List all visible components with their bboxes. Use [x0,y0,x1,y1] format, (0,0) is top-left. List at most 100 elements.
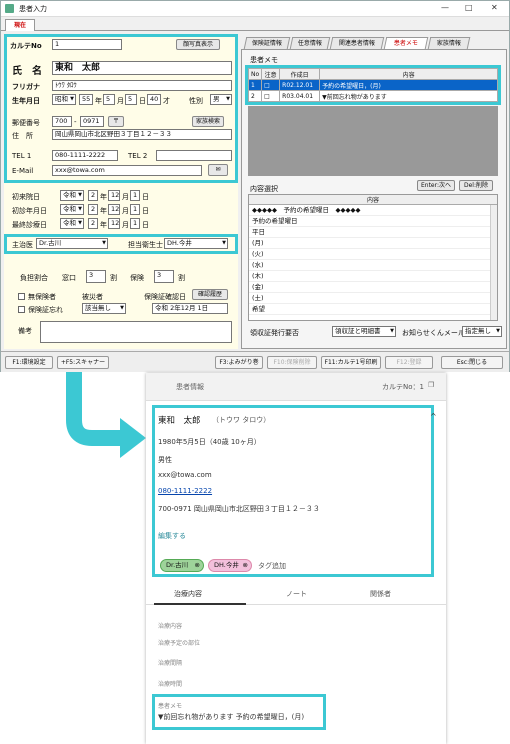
col-no: No [247,68,263,80]
f10-delete-insurance-button[interactable]: F10:保険削除 [267,356,317,369]
mobile-header-title: 患者情報 [176,383,204,391]
edit-link[interactable]: 編集する [158,531,186,541]
tab-optional[interactable]: 任意情報 [289,37,331,49]
table-row[interactable]: 1 □ R02.12.01 予約の希望曜日，(月) [247,79,498,91]
initial-exam-era[interactable]: 令和 [60,204,84,215]
birth-day-input[interactable]: 5 [125,94,137,105]
confirm-history-button[interactable]: 確認履歴 [192,289,228,300]
initial-exam-month[interactable]: 12 [108,204,120,215]
f12-register-button[interactable]: F12:登録 [385,356,433,369]
doctor-select[interactable]: Dr.古川 [36,238,108,249]
disaster-select[interactable]: 該当無し [82,303,126,314]
tag-add-button[interactable]: タグ追加 [258,561,286,571]
tab-memo[interactable]: 患者メモ [383,37,429,49]
last-visit-month[interactable]: 12 [108,218,120,229]
tel1-input[interactable]: 080-1111-2222 [52,150,118,161]
first-visit-day[interactable]: 1 [130,190,140,201]
f5-scanner-button[interactable]: +F5:スキャナー [57,356,109,369]
mobile-header: 患者情報 カルテNo：1 ❐ [146,373,446,401]
list-item[interactable]: 平日 [249,227,497,238]
karte-no-input[interactable]: 1 [52,39,122,50]
f11-print-button[interactable]: F11:カルテ1号印刷 [321,356,381,369]
initial-exam-year[interactable]: 2 [88,204,98,215]
remarks-label: 備考 [18,327,32,335]
first-visit-year[interactable]: 2 [88,190,98,201]
tab-related[interactable]: 関連患者情報 [329,37,385,49]
cert-date-input[interactable]: 令和 2年12月 1日 [152,303,228,314]
list-item[interactable]: 予約の希望曜日 [249,216,497,227]
delete-button[interactable]: Del:削除 [459,180,493,191]
birth-era-select[interactable]: 昭和 [52,94,76,105]
f3-button[interactable]: F3:よみがり巻 [215,356,263,369]
esc-close-button[interactable]: Esc:閉じる [441,356,503,369]
close-button[interactable]: ✕ [491,3,498,12]
last-visit-era[interactable]: 令和 [60,218,84,229]
tel2-input[interactable] [156,150,232,161]
mobile-tel-link[interactable]: 080-1111-2222 [158,487,212,495]
enter-next-button[interactable]: Enter:次へ [417,180,455,191]
tab-family[interactable]: 家族情報 [427,37,471,49]
list-item[interactable]: (金) [249,282,497,293]
list-item[interactable]: (月) [249,238,497,249]
table-row[interactable]: 2 □ R03.04.01 ▼前回忘れ物があります [247,90,498,102]
mobile-memo-text: ▼前回忘れ物があります 予約の希望曜日，(月) [158,713,305,721]
zip-search-button[interactable]: 〒 [108,116,124,127]
day-unit: 日 [142,207,149,215]
tab-treatment[interactable]: 治療内容 [174,589,202,599]
year-unit: 年 [95,97,102,105]
window-ratio-input[interactable]: 3 [86,270,106,283]
tag-chip-hygienist[interactable]: DH.今井 ⊗ [208,559,252,572]
caution-checkbox[interactable]: □ [261,90,281,102]
minimize-button[interactable]: — [441,3,449,12]
receipt-select[interactable]: 領収証と明細書 [332,326,396,337]
initial-exam-day[interactable]: 1 [130,204,140,215]
forgot-checkbox[interactable] [18,306,25,313]
field-treatment: 治療内容 [158,623,183,630]
remove-icon[interactable]: ⊗ [195,560,200,571]
maximize-button[interactable]: □ [465,3,473,12]
window-label: 窓口 [62,274,76,282]
insurance-ratio-input[interactable]: 3 [154,270,174,283]
address-input[interactable]: 岡山県岡山市北区野田３丁目１２－３３ [52,129,232,140]
birth-year-input[interactable]: 55 [79,94,93,105]
tag-chip-doctor[interactable]: Dr.古川 ⊗ [160,559,204,572]
mobile-name: 東和 太郎 [158,416,201,426]
remove-icon[interactable]: ⊗ [243,560,248,571]
hygienist-select[interactable]: DH.今井 [164,238,228,249]
photo-button[interactable]: 顔写真表示 [176,39,220,50]
tab-related[interactable]: 関係者 [370,589,391,599]
family-search-button[interactable]: 家族検索 [192,116,224,127]
caution-checkbox[interactable]: □ [261,79,281,91]
first-visit-era[interactable]: 令和 [60,190,84,201]
uninsured-checkbox[interactable] [18,293,25,300]
notice-mail-select[interactable]: 指定無し [462,326,502,337]
receipt-label: 領収証発行要否 [250,329,299,337]
name-input[interactable]: 東和 太郎 [52,61,232,75]
envelope-icon[interactable]: ✉ [208,164,228,176]
list-scrollbar[interactable] [490,205,497,320]
email-input[interactable]: xxx@towa.com [52,165,202,176]
chevron-up-icon[interactable]: ^ [430,412,437,421]
list-item[interactable]: 希望 [249,304,497,315]
first-visit-month[interactable]: 12 [108,190,120,201]
list-item[interactable]: (土) [249,293,497,304]
list-item[interactable]: (火) [249,249,497,260]
last-visit-day[interactable]: 1 [130,218,140,229]
col-content: 内容 [319,68,498,80]
f1-settings-button[interactable]: F1:環境設定 [5,356,53,369]
tab-insurance[interactable]: 保険証情報 [243,37,291,49]
list-item[interactable]: (水) [249,260,497,271]
zip1-input[interactable]: 700 [52,116,72,127]
list-item[interactable]: ◆◆◆◆◆ 予約の希望曜日 ◆◆◆◆◆ [249,205,497,216]
birth-month-input[interactable]: 5 [103,94,115,105]
tab-current[interactable]: 現在 [5,19,35,31]
last-visit-year[interactable]: 2 [88,218,98,229]
tab-note[interactable]: ノート [286,589,307,599]
mobile-karte-no: カルテNo：1 [382,383,424,391]
furigana-input[interactable]: ﾄｳﾜ ﾀﾛｳ [52,80,232,91]
zip2-input[interactable]: 0971 [80,116,104,127]
remarks-input[interactable] [40,321,232,343]
list-item[interactable]: (木) [249,271,497,282]
copy-icon[interactable]: ❐ [428,381,434,389]
sex-select[interactable]: 男 [210,94,232,105]
